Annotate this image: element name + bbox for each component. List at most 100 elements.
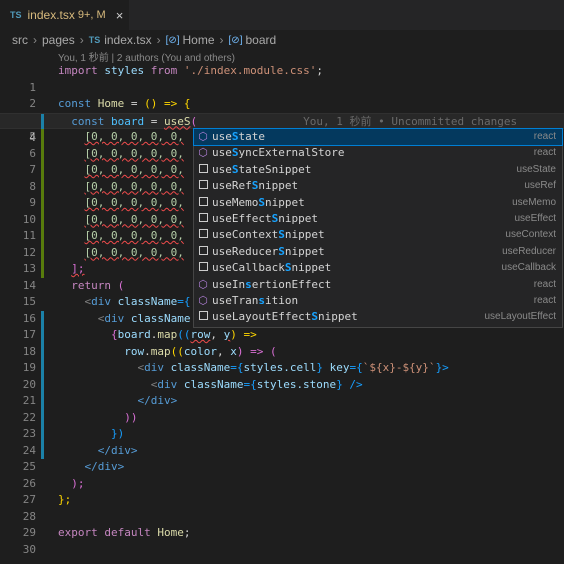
suggestion-detail: useReducer — [502, 245, 556, 257]
variable-symbol-icon: [⊘] — [228, 34, 243, 46]
gutter-modified-indicator[interactable] — [41, 442, 44, 459]
suggestion-item[interactable]: ⬡ useState react — [193, 127, 563, 147]
codelens-blame[interactable]: You, 1 秒前 | 2 authors (You and others) — [58, 49, 235, 64]
gutter-added-indicator[interactable] — [41, 162, 44, 179]
tab-index-tsx[interactable]: TS index.tsx 9+, M × — [0, 0, 130, 30]
suggestion-detail: react — [533, 294, 556, 306]
line-number: 11 — [22, 229, 36, 242]
suggestion-item[interactable]: ⬡ useInsertionEffect react — [194, 277, 562, 293]
suggestion-item[interactable]: useMemoSnippet useMemo — [194, 195, 562, 211]
close-icon[interactable]: × — [116, 8, 124, 23]
code-token: . — [144, 344, 151, 358]
suggestion-detail: useLayoutEffect — [484, 311, 556, 323]
code-line: 1 import styles from './index.module.css… — [0, 63, 564, 94]
code-token: row — [190, 328, 211, 341]
gutter-modified-indicator[interactable] — [41, 393, 44, 410]
code-token: key — [329, 361, 350, 374]
suggestion-item[interactable]: useLayoutEffectSnippet useLayoutEffect — [194, 309, 562, 325]
gutter-modified-indicator[interactable] — [41, 426, 44, 443]
code-token: ) => ( — [236, 344, 277, 358]
gutter-added-indicator[interactable] — [41, 211, 44, 228]
code-line-active: 4 const board = useS( You, 1 秒前 • Uncomm… — [0, 112, 564, 144]
chevron-right-icon: › — [156, 33, 161, 47]
snippet-icon — [194, 309, 212, 325]
gutter-modified-indicator[interactable] — [41, 409, 44, 426]
code-token: ={ — [177, 295, 191, 308]
code-token: = — [144, 114, 164, 128]
gutter-added-indicator[interactable] — [41, 145, 44, 162]
suggestion-item[interactable]: useContextSnippet useContext — [194, 227, 562, 243]
function-icon: ⬡ — [198, 277, 208, 291]
suggestion-item[interactable]: useEffectSnippet useEffect — [194, 211, 562, 227]
code-token: ={ — [230, 361, 244, 374]
line-number: 20 — [22, 377, 36, 391]
code-token: Home — [157, 526, 184, 539]
gutter-added-indicator[interactable] — [41, 244, 44, 261]
suggestion-detail: useState — [516, 163, 556, 175]
suggestion-detail: useEffect — [514, 212, 556, 224]
gutter-added-indicator[interactable] — [41, 228, 44, 245]
code-token: board — [117, 328, 151, 341]
variable-symbol-icon: [⊘] — [165, 34, 180, 46]
line-number: 18 — [22, 344, 36, 358]
line-number: 23 — [22, 427, 36, 440]
code-token: [0, 0, 0, 0, 0, — [84, 229, 184, 242]
code-token: = — [124, 97, 145, 110]
code-token: }> — [435, 361, 449, 374]
code-token: [0, 0, 0, 0, 0, — [84, 163, 184, 176]
gutter-added-indicator[interactable] — [41, 261, 44, 278]
breadcrumb-board[interactable]: board — [245, 33, 276, 47]
function-icon: ⬡ — [198, 130, 208, 143]
snippet-icon — [194, 227, 212, 243]
gutter-added-indicator[interactable] — [41, 178, 44, 195]
suggestion-item[interactable]: useCallbackSnippet useCallback — [194, 260, 562, 276]
gutter-modified-indicator[interactable] — [41, 310, 44, 327]
typescript-file-icon: TS — [10, 10, 22, 20]
suggestion-item[interactable]: useRefSnippet useRef — [194, 178, 562, 194]
code-token: , — [216, 344, 231, 358]
code-token: } /> — [336, 377, 363, 391]
gutter-modified-indicator[interactable] — [41, 360, 44, 377]
gutter-modified-indicator[interactable] — [41, 343, 44, 360]
breadcrumb-src[interactable]: src — [12, 33, 28, 47]
code-token: import — [58, 64, 98, 77]
code-token: </div> — [137, 394, 178, 407]
breadcrumb-file[interactable]: index.tsx — [104, 33, 151, 47]
breadcrumb-home[interactable]: Home — [183, 33, 215, 47]
breadcrumb-pages[interactable]: pages — [42, 33, 75, 47]
line-number: 7 — [29, 163, 36, 176]
code-line: 20 <div className={styles.stone} /> — [0, 376, 564, 393]
code-token: color — [183, 344, 217, 358]
gutter-modified-indicator[interactable] — [41, 113, 44, 130]
autocomplete-suggestions[interactable]: ⬡ useState react ⬡ useSyncExternalStore … — [193, 127, 563, 328]
line-number: 19 — [22, 361, 36, 374]
suggestion-detail: useMemo — [512, 196, 556, 208]
gutter-modified-indicator[interactable] — [41, 376, 44, 393]
snippet-icon — [194, 211, 212, 227]
gutter-added-indicator[interactable] — [41, 129, 44, 146]
code-token: `${x}-${y}` — [362, 361, 436, 374]
suggestion-detail: useContext — [505, 229, 556, 241]
line-number: 28 — [22, 509, 36, 523]
tab-status: 9+, M — [77, 9, 106, 21]
gutter-added-indicator[interactable] — [41, 195, 44, 212]
code-token: className — [170, 361, 231, 374]
code-token: ={ — [243, 377, 257, 391]
suggestion-item[interactable]: ⬡ useTransition react — [194, 293, 562, 309]
gutter-modified-indicator[interactable] — [41, 327, 44, 344]
suggestion-item[interactable]: useReducerSnippet useReducer — [194, 244, 562, 260]
code-token: styles.stone — [256, 377, 337, 391]
code-token: div — [104, 311, 125, 325]
suggestion-item[interactable]: ⬡ useSyncExternalStore react — [194, 145, 562, 161]
code-token: styles.cell — [243, 361, 317, 374]
code-line: 30 — [0, 542, 564, 559]
chevron-right-icon: › — [79, 33, 84, 47]
code-token: div — [144, 361, 164, 374]
chevron-right-icon: › — [33, 33, 37, 47]
suggestion-item[interactable]: useStateSnippet useState — [194, 162, 562, 178]
code-token: ( — [117, 278, 125, 292]
code-token: ; — [316, 64, 323, 77]
code-line: 29 export default Home; — [0, 525, 564, 542]
code-token: </div> — [97, 443, 138, 457]
function-icon: ⬡ — [198, 293, 208, 307]
